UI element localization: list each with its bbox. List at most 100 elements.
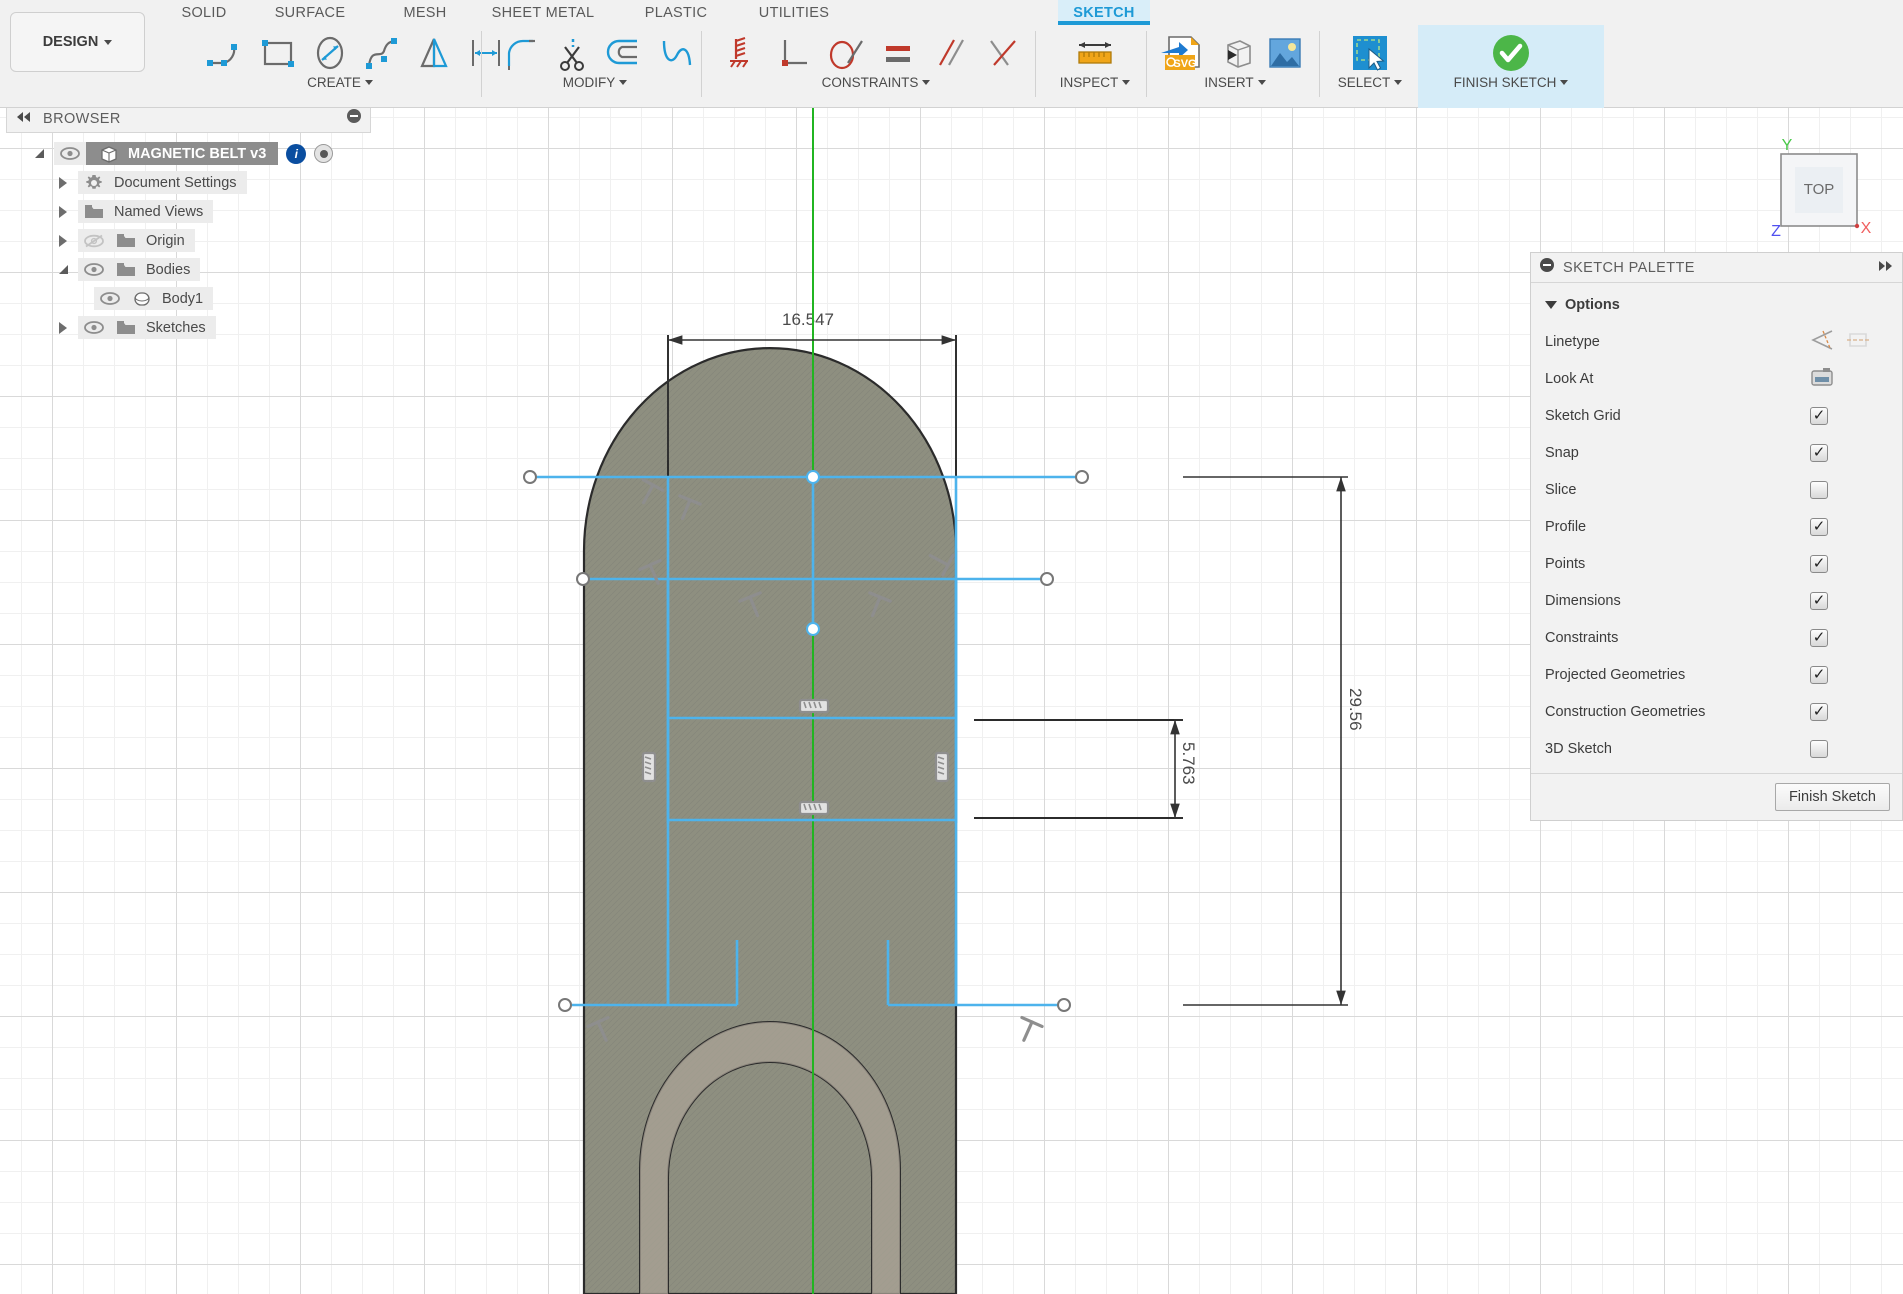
tab-sketch[interactable]: SKETCH <box>1058 0 1150 25</box>
curve-tool[interactable] <box>651 27 703 79</box>
insert-derive-tool[interactable] <box>1207 27 1259 79</box>
browser-item-named-views[interactable]: Named Views <box>6 197 371 226</box>
equal-constraint-tool[interactable] <box>872 27 924 79</box>
sketch-grid-checkbox[interactable]: ✓ <box>1810 406 1828 425</box>
visibility-eye-icon[interactable] <box>78 316 110 339</box>
browser-item-label: MAGNETIC BELT v3 <box>86 142 279 165</box>
ribbon-group-modify-label[interactable]: MODIFY <box>495 75 695 90</box>
select-window-tool[interactable] <box>1344 27 1396 79</box>
fillet-tool[interactable] <box>495 27 547 79</box>
ribbon-group-constraints-label[interactable]: CONSTRAINTS <box>716 75 1036 90</box>
height-dimension-label[interactable]: 29.56 <box>1345 688 1365 731</box>
construction-line-icon[interactable] <box>1810 329 1836 355</box>
browser-item-body1[interactable]: Body1 <box>6 284 371 313</box>
expand-arrow-open-icon[interactable] <box>24 147 54 160</box>
projected-geometries-label: Projected Geometries <box>1545 666 1686 683</box>
slice-checkbox[interactable] <box>1810 480 1828 499</box>
tab-surface[interactable]: SURFACE <box>262 0 358 25</box>
offset-tool[interactable] <box>599 27 651 79</box>
ribbon-group-insert-label[interactable]: INSERT <box>1155 75 1315 90</box>
ellipse-tool[interactable] <box>304 27 356 79</box>
arc-tool[interactable] <box>200 27 252 79</box>
ribbon-group-create-label[interactable]: CREATE <box>200 75 480 90</box>
workspace-selector[interactable]: DESIGN <box>10 12 145 72</box>
tangent-constraint-tool[interactable] <box>820 27 872 79</box>
visibility-eye-icon[interactable] <box>94 287 126 310</box>
slice-label: Slice <box>1545 481 1577 498</box>
expand-arrow-icon[interactable] <box>48 321 78 334</box>
inner-height-dimension-label[interactable]: 5.763 <box>1178 742 1198 785</box>
palette-row-dimensions: Dimensions ✓ <box>1531 582 1902 619</box>
tab-surface-label: SURFACE <box>274 4 346 21</box>
expand-arrow-icon[interactable] <box>48 234 78 247</box>
profile-checkbox[interactable]: ✓ <box>1810 517 1828 536</box>
perpendicular-constraint-tool[interactable] <box>768 27 820 79</box>
chevron-down-icon <box>1122 80 1131 85</box>
width-dimension-label[interactable]: 16.547 <box>782 310 834 330</box>
ribbon-group-select: SELECT <box>1330 25 1410 108</box>
tab-utilities[interactable]: UTILITIES <box>744 0 844 25</box>
projected-geometries-checkbox[interactable]: ✓ <box>1810 665 1828 684</box>
view-cube-axis-z: Z <box>1771 223 1781 240</box>
snap-checkbox[interactable]: ✓ <box>1810 443 1828 462</box>
insert-svg-tool[interactable]: SVG <box>1155 27 1207 79</box>
minimize-icon[interactable] <box>1539 257 1555 278</box>
visibility-eye-icon[interactable] <box>54 142 86 165</box>
browser-item-bodies[interactable]: Bodies <box>6 255 371 284</box>
tab-sheet-metal[interactable]: SHEET METAL <box>478 0 608 25</box>
mirror-tool[interactable] <box>408 27 460 79</box>
ribbon-group-select-label[interactable]: SELECT <box>1330 75 1410 90</box>
points-checkbox[interactable]: ✓ <box>1810 554 1828 573</box>
options-section-header[interactable]: Options <box>1531 291 1902 323</box>
3d-sketch-checkbox[interactable] <box>1810 739 1828 758</box>
visibility-eye-icon[interactable] <box>78 258 110 281</box>
info-badge-icon[interactable]: i <box>286 143 307 164</box>
centerline-icon[interactable] <box>1846 329 1872 355</box>
ribbon-group-finish-sketch-label[interactable]: FINISH SKETCH <box>1418 75 1604 90</box>
measure-tool[interactable] <box>1069 27 1121 79</box>
trim-tool[interactable] <box>547 27 599 79</box>
tab-sketch-label: SKETCH <box>1073 4 1135 21</box>
spline-tool[interactable] <box>356 27 408 79</box>
finish-sketch-tool[interactable] <box>1485 27 1537 79</box>
dimensions-checkbox[interactable]: ✓ <box>1810 591 1828 610</box>
tab-plastic[interactable]: PLASTIC <box>636 0 716 25</box>
dimensions-label: Dimensions <box>1545 592 1621 609</box>
chevron-down-icon <box>1545 301 1557 309</box>
expand-arrow-icon[interactable] <box>48 205 78 218</box>
look-at-icon[interactable] <box>1810 366 1834 392</box>
tab-mesh[interactable]: MESH <box>390 0 460 25</box>
insert-image-tool[interactable] <box>1259 27 1311 79</box>
collapse-panel-icon[interactable] <box>15 110 33 128</box>
magnetic-belt-label: MAGNETIC BELT v3 <box>128 145 267 162</box>
construction-geometries-checkbox[interactable]: ✓ <box>1810 702 1828 721</box>
tab-solid[interactable]: SOLID <box>176 0 232 25</box>
palette-row-slice: Slice <box>1531 471 1902 508</box>
finish-sketch-button[interactable]: Finish Sketch <box>1774 783 1890 811</box>
ribbon-group-inspect-label[interactable]: INSPECT <box>1049 75 1141 90</box>
tab-sheet-metal-label: SHEET METAL <box>491 4 595 21</box>
activate-radio-icon[interactable] <box>314 144 334 163</box>
browser-item-magnetic-belt[interactable]: MAGNETIC BELT v3 i <box>6 139 371 168</box>
browser-item-origin[interactable]: Origin <box>6 226 371 255</box>
profile-label: Profile <box>1545 518 1587 535</box>
expand-arrow-icon[interactable] <box>48 176 78 189</box>
visibility-eye-hidden-icon[interactable] <box>78 229 110 252</box>
sketches-label: Sketches <box>142 316 216 339</box>
palette-row-sketch-grid: Sketch Grid ✓ <box>1531 397 1902 434</box>
browser-item-document-settings[interactable]: Document Settings <box>6 168 371 197</box>
expand-arrow-open-icon[interactable] <box>48 263 78 276</box>
expand-panel-icon[interactable] <box>1876 259 1894 277</box>
fix-constraint-tool[interactable] <box>716 27 768 79</box>
sketch-palette-footer: Finish Sketch <box>1531 773 1902 820</box>
coincident-constraint-tool[interactable] <box>976 27 1028 79</box>
inspect-label: INSPECT <box>1059 75 1119 90</box>
ribbon-group-finish-sketch[interactable]: FINISH SKETCH <box>1418 25 1604 108</box>
minimize-icon[interactable] <box>346 108 362 129</box>
view-cube[interactable]: TOP Y X Z <box>1753 132 1873 242</box>
browser-item-sketches[interactable]: Sketches <box>6 313 371 342</box>
parallel-constraint-tool[interactable] <box>924 27 976 79</box>
rectangle-tool[interactable] <box>252 27 304 79</box>
constraints-label: Constraints <box>1545 629 1619 646</box>
constraints-checkbox[interactable]: ✓ <box>1810 628 1828 647</box>
